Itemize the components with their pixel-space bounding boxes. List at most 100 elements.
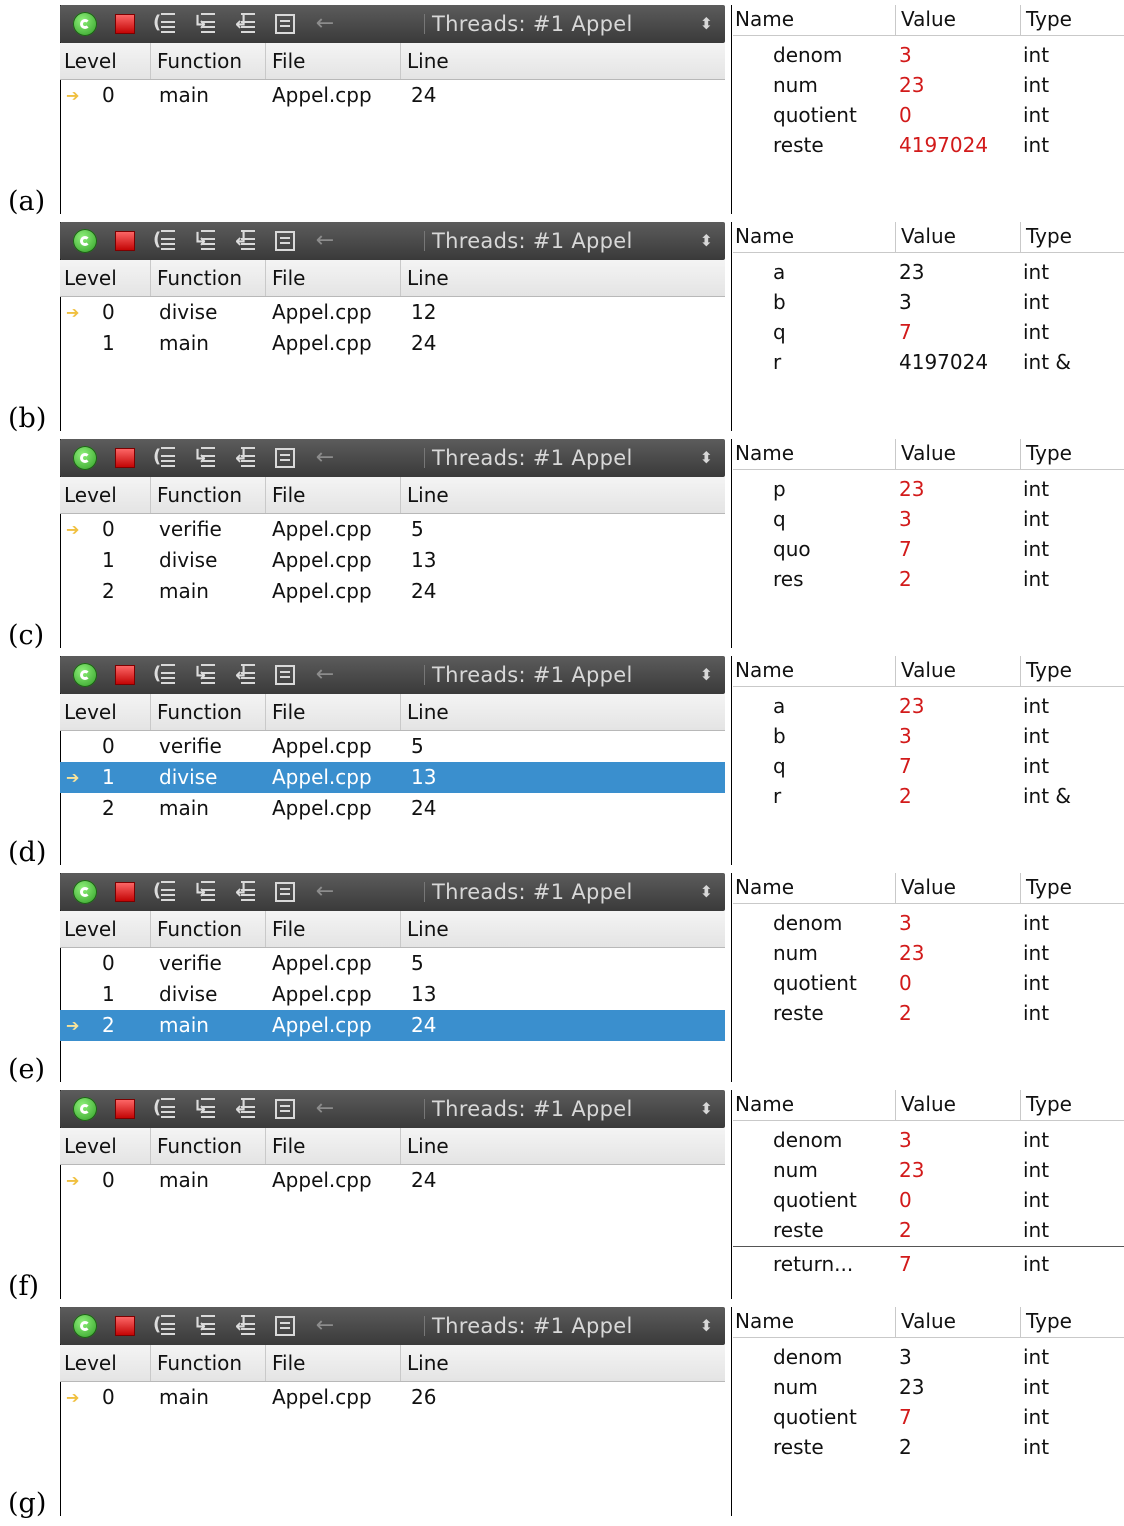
local-variable-row[interactable]: b 3 int	[733, 721, 1124, 751]
stack-col-file[interactable]: File	[265, 43, 400, 79]
locals-col-type[interactable]: Type	[1020, 873, 1124, 903]
step-over-icon[interactable]: (	[152, 1313, 178, 1339]
stack-frame-row[interactable]: 1 main Appel.cpp 24	[60, 328, 725, 359]
locals-col-value[interactable]: Value	[895, 439, 1020, 469]
stack-col-file[interactable]: File	[265, 694, 400, 730]
threads-combo[interactable]: Threads: #1 Appel	[432, 1090, 633, 1128]
disassembly-icon[interactable]	[272, 445, 298, 471]
continue-icon[interactable]	[72, 662, 98, 688]
stack-col-level[interactable]: Level	[60, 911, 150, 947]
step-out-icon[interactable]: ↲	[232, 662, 258, 688]
disassembly-icon[interactable]	[272, 228, 298, 254]
stack-col-file[interactable]: File	[265, 1128, 400, 1164]
stack-col-function[interactable]: Function	[150, 260, 265, 296]
disassembly-icon[interactable]	[272, 879, 298, 905]
locals-col-type[interactable]: Type	[1020, 656, 1124, 686]
locals-col-type[interactable]: Type	[1020, 1090, 1124, 1120]
step-out-icon[interactable]: ↲	[232, 11, 258, 37]
stack-col-line[interactable]: Line	[400, 260, 725, 296]
stack-col-line[interactable]: Line	[400, 911, 725, 947]
local-variable-row[interactable]: reste 2 int	[733, 998, 1124, 1028]
local-variable-row[interactable]: quotient 0 int	[733, 100, 1124, 130]
back-icon[interactable]: ←	[312, 228, 338, 254]
step-into-icon[interactable]: ↳	[192, 662, 218, 688]
stack-col-function[interactable]: Function	[150, 1345, 265, 1381]
stack-frame-row[interactable]: 1 divise Appel.cpp 13	[60, 545, 725, 576]
threads-combo[interactable]: Threads: #1 Appel	[432, 656, 633, 694]
locals-col-name[interactable]: Name	[733, 439, 895, 469]
local-variable-row[interactable]: num 23 int	[733, 1372, 1124, 1402]
stack-col-line[interactable]: Line	[400, 694, 725, 730]
stack-frame-row[interactable]: 0 verifie Appel.cpp 5	[60, 948, 725, 979]
threads-spinner-icon[interactable]: ⬍	[700, 656, 713, 694]
locals-col-name[interactable]: Name	[733, 5, 895, 35]
back-icon[interactable]: ←	[312, 445, 338, 471]
stack-frame-row[interactable]: ➔ 1 divise Appel.cpp 13	[60, 762, 725, 793]
step-out-icon[interactable]: ↲	[232, 1313, 258, 1339]
local-variable-row[interactable]: r 4197024 int &	[733, 347, 1124, 377]
local-variable-row[interactable]: quotient 0 int	[733, 968, 1124, 998]
locals-col-name[interactable]: Name	[733, 656, 895, 686]
back-icon[interactable]: ←	[312, 662, 338, 688]
stack-col-level[interactable]: Level	[60, 43, 150, 79]
threads-spinner-icon[interactable]: ⬍	[700, 873, 713, 911]
locals-col-value[interactable]: Value	[895, 873, 1020, 903]
stop-icon[interactable]	[112, 879, 138, 905]
step-out-icon[interactable]: ↲	[232, 445, 258, 471]
stack-col-line[interactable]: Line	[400, 1128, 725, 1164]
stack-col-file[interactable]: File	[265, 1345, 400, 1381]
local-variable-row[interactable]: return... 7 int	[733, 1249, 1124, 1279]
local-variable-row[interactable]: denom 3 int	[733, 40, 1124, 70]
step-over-icon[interactable]: (	[152, 445, 178, 471]
local-variable-row[interactable]: denom 3 int	[733, 908, 1124, 938]
locals-col-type[interactable]: Type	[1020, 222, 1124, 252]
local-variable-row[interactable]: denom 3 int	[733, 1125, 1124, 1155]
local-variable-row[interactable]: quotient 0 int	[733, 1185, 1124, 1215]
step-into-icon[interactable]: ↳	[192, 445, 218, 471]
local-variable-row[interactable]: num 23 int	[733, 1155, 1124, 1185]
local-variable-row[interactable]: b 3 int	[733, 287, 1124, 317]
stack-col-level[interactable]: Level	[60, 694, 150, 730]
locals-col-type[interactable]: Type	[1020, 5, 1124, 35]
local-variable-row[interactable]: reste 4197024 int	[733, 130, 1124, 160]
back-icon[interactable]: ←	[312, 1313, 338, 1339]
stack-frame-row[interactable]: ➔ 0 main Appel.cpp 26	[60, 1382, 725, 1413]
step-out-icon[interactable]: ↲	[232, 879, 258, 905]
local-variable-row[interactable]: res 2 int	[733, 564, 1124, 594]
locals-col-type[interactable]: Type	[1020, 439, 1124, 469]
local-variable-row[interactable]: num 23 int	[733, 938, 1124, 968]
locals-col-value[interactable]: Value	[895, 5, 1020, 35]
stack-col-level[interactable]: Level	[60, 1345, 150, 1381]
stop-icon[interactable]	[112, 228, 138, 254]
local-variable-row[interactable]: q 7 int	[733, 751, 1124, 781]
stop-icon[interactable]	[112, 11, 138, 37]
stack-frame-row[interactable]: ➔ 0 verifie Appel.cpp 5	[60, 514, 725, 545]
step-over-icon[interactable]: (	[152, 879, 178, 905]
continue-icon[interactable]	[72, 11, 98, 37]
disassembly-icon[interactable]	[272, 662, 298, 688]
stack-col-function[interactable]: Function	[150, 477, 265, 513]
locals-col-name[interactable]: Name	[733, 873, 895, 903]
step-over-icon[interactable]: (	[152, 1096, 178, 1122]
stack-col-function[interactable]: Function	[150, 911, 265, 947]
back-icon[interactable]: ←	[312, 11, 338, 37]
stack-col-function[interactable]: Function	[150, 1128, 265, 1164]
stack-frame-row[interactable]: 2 main Appel.cpp 24	[60, 576, 725, 607]
local-variable-row[interactable]: quotient 7 int	[733, 1402, 1124, 1432]
locals-col-value[interactable]: Value	[895, 1307, 1020, 1337]
threads-combo[interactable]: Threads: #1 Appel	[432, 1307, 633, 1345]
back-icon[interactable]: ←	[312, 1096, 338, 1122]
stack-col-function[interactable]: Function	[150, 43, 265, 79]
continue-icon[interactable]	[72, 228, 98, 254]
stack-frame-row[interactable]: ➔ 0 divise Appel.cpp 12	[60, 297, 725, 328]
locals-col-value[interactable]: Value	[895, 1090, 1020, 1120]
continue-icon[interactable]	[72, 1313, 98, 1339]
disassembly-icon[interactable]	[272, 1096, 298, 1122]
threads-combo[interactable]: Threads: #1 Appel	[432, 5, 633, 43]
local-variable-row[interactable]: a 23 int	[733, 257, 1124, 287]
step-out-icon[interactable]: ↲	[232, 1096, 258, 1122]
threads-combo[interactable]: Threads: #1 Appel	[432, 439, 633, 477]
stack-frame-row[interactable]: 0 verifie Appel.cpp 5	[60, 731, 725, 762]
locals-col-name[interactable]: Name	[733, 1090, 895, 1120]
locals-col-type[interactable]: Type	[1020, 1307, 1124, 1337]
